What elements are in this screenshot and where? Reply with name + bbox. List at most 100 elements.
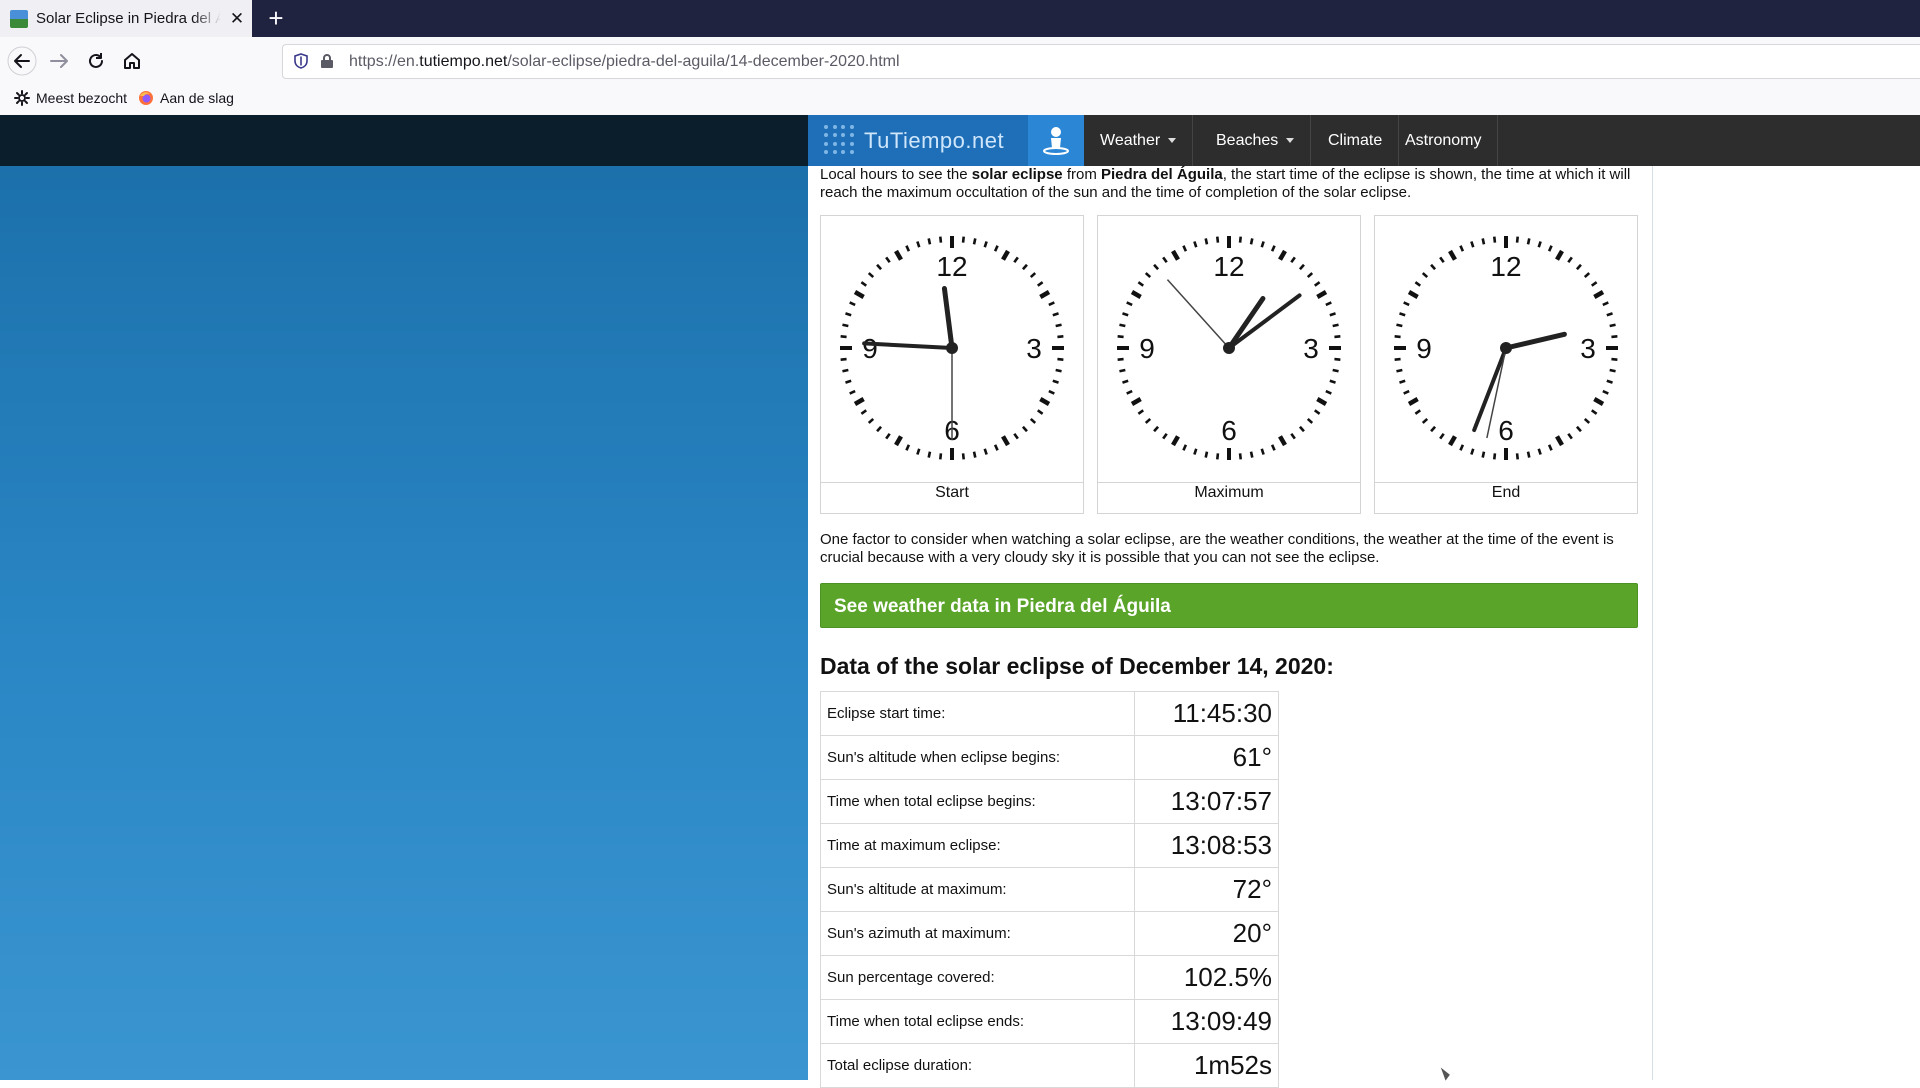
address-bar[interactable]: https://en.tutiempo.net/solar-eclipse/pi…: [282, 44, 1920, 79]
chevron-down-icon: [1286, 138, 1295, 144]
clock-tick: [1021, 263, 1028, 271]
clock-tick: [1278, 249, 1287, 261]
clock-tick: [1260, 241, 1265, 248]
clock-tick: [916, 448, 921, 455]
clock-tick: [1117, 357, 1124, 362]
clock-tick: [1298, 425, 1305, 433]
clock-center: [1223, 342, 1235, 354]
lock-icon[interactable]: [320, 53, 334, 69]
clock-tick: [1611, 357, 1618, 362]
clock-tick: [1481, 451, 1486, 458]
url-prefix: https://en.: [349, 53, 420, 70]
firefox-icon: [139, 91, 153, 105]
logo-dots-icon: [824, 124, 856, 157]
clock-tick: [876, 263, 883, 271]
menu-climate[interactable]: Climate: [1312, 115, 1400, 166]
user-account-button[interactable]: [1028, 115, 1084, 166]
intro-part: Local hours to see the: [820, 166, 972, 183]
clock-minute-hand: [1227, 293, 1302, 350]
clock-tick: [1332, 323, 1339, 328]
clock-tick: [1448, 435, 1457, 447]
clock-tick: [1313, 281, 1321, 287]
clock-tick: [1171, 435, 1180, 447]
data-value: 20°: [1134, 911, 1279, 956]
clock-tick: [1583, 417, 1591, 424]
browser-toolbar: https://en.tutiempo.net/solar-eclipse/pi…: [0, 37, 1920, 84]
clock-tick: [1249, 451, 1254, 458]
clock-tick: [1547, 444, 1553, 451]
clock-tick: [938, 453, 943, 460]
data-key: Time at maximum eclipse:: [819, 823, 1136, 868]
clock-hour-hand: [941, 285, 955, 351]
clock-face: 12369: [821, 236, 1083, 483]
table-row: Total eclipse duration: 1m52s: [819, 1043, 1279, 1088]
clock-tick: [1611, 334, 1618, 339]
clock-tick: [1606, 379, 1613, 384]
close-tab-icon[interactable]: ✕: [227, 9, 247, 29]
eclipse-data-table: Eclipse start time: 11:45:30 Sun's altitud…: [819, 691, 1279, 1088]
clock-tick: [1329, 379, 1336, 384]
clock-tick: [1137, 409, 1145, 415]
menu-weather[interactable]: Weather: [1084, 115, 1194, 166]
clock-tick: [849, 389, 856, 395]
clock-tick: [1583, 272, 1591, 279]
clock-tick: [1029, 272, 1037, 279]
clock-numeral: 6: [1221, 415, 1237, 446]
eclipse-data-title: Data of the solar eclipse of December 14…: [820, 653, 1334, 679]
bookmarks-bar: Meest bezocht Aan de slag: [0, 84, 1920, 116]
clock-tick: [983, 448, 988, 455]
clock-tick: [845, 379, 852, 384]
clock-tick: [1182, 245, 1188, 252]
reload-button[interactable]: [81, 46, 111, 76]
clock-numeral: 9: [1416, 333, 1432, 364]
clock-tick: [1430, 263, 1437, 271]
clock-tick: [876, 425, 883, 433]
intro-bold: Piedra del Águila: [1101, 166, 1223, 183]
menu-beaches[interactable]: Beaches: [1200, 115, 1312, 166]
clock-tick: [849, 301, 856, 307]
data-value: 1m52s: [1134, 1043, 1279, 1088]
clock-tick: [1459, 444, 1465, 451]
home-button[interactable]: [117, 46, 147, 76]
url-path: /solar-eclipse/piedra-del-aguila/14-dece…: [507, 53, 900, 70]
clock-tick: [894, 249, 903, 261]
data-key: Sun percentage covered:: [819, 955, 1136, 1000]
clock-tick: [1182, 444, 1188, 451]
clock-tick: [1439, 432, 1445, 440]
clock-tick: [1260, 448, 1265, 455]
forward-button[interactable]: [44, 46, 74, 76]
intro-bold: solar eclipse: [971, 166, 1063, 183]
clock-tick: [1306, 417, 1314, 424]
clock-tick: [1555, 249, 1564, 261]
clock-tick: [1470, 241, 1475, 248]
clock-tick: [853, 290, 865, 299]
bookmark-getting-started[interactable]: Aan de slag: [138, 90, 234, 106]
url-domain: tutiempo.net: [419, 53, 508, 70]
back-button[interactable]: [7, 46, 37, 76]
clock-tick: [1492, 453, 1497, 460]
clock-tick: [1052, 312, 1059, 317]
clock-tick: [927, 238, 932, 245]
site-navigation: TuTiempo.net Weather Beaches Climate Ast…: [808, 115, 1920, 166]
clock-tick: [1575, 263, 1582, 271]
clock-tick: [1555, 435, 1564, 447]
clock-tick: [972, 451, 977, 458]
data-key: Sun's azimuth at maximum:: [819, 911, 1136, 956]
clock-tick: [1137, 281, 1145, 287]
menu-astronomy[interactable]: Astronomy: [1389, 115, 1499, 166]
clock-second-hand: [1166, 279, 1230, 349]
clock-tick: [1407, 397, 1419, 406]
bookmark-label: Aan de slag: [160, 90, 234, 106]
new-tab-button[interactable]: +: [262, 4, 290, 32]
clock-tick: [905, 444, 911, 451]
clock-tick: [1334, 357, 1341, 362]
browser-tab[interactable]: Solar Eclipse in Piedra del Águila ✕: [0, 0, 252, 37]
bookmark-most-visited[interactable]: Meest bezocht: [14, 90, 127, 106]
clock-tick: [1298, 263, 1305, 271]
tracking-shield-icon[interactable]: [293, 53, 309, 69]
see-weather-button[interactable]: See weather data in Piedra del Águila: [820, 583, 1638, 628]
clock-tick: [1313, 409, 1321, 415]
clock-tick: [927, 451, 932, 458]
clock-tick: [1470, 448, 1475, 455]
clock-tick: [1013, 432, 1019, 440]
